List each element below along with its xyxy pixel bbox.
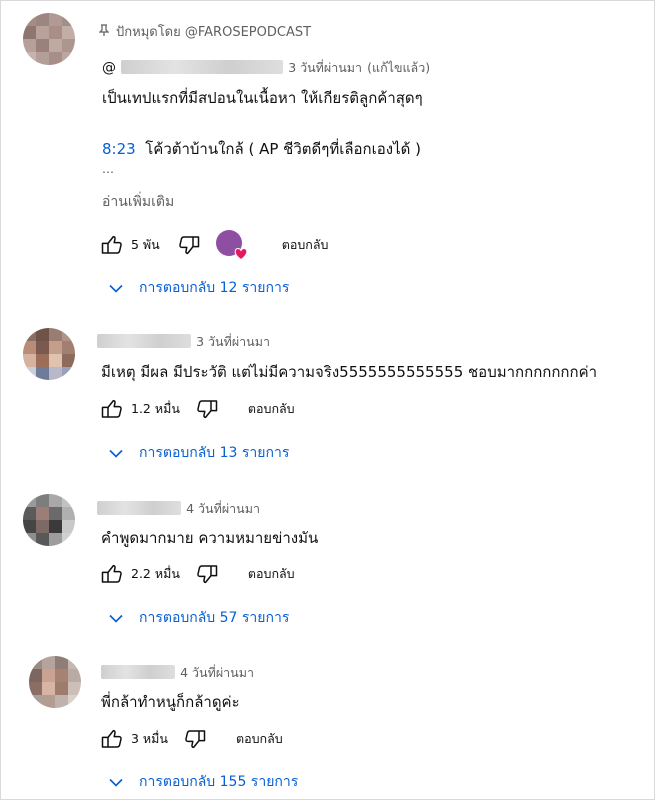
comment-actions: 5 พัน ตอบกลับ [101, 230, 328, 260]
like-count: 2.2 หมื่น [131, 566, 180, 581]
comment-text: พี่กล้าทำหนูก็กล้าดูค่ะ [101, 693, 240, 711]
avatar[interactable] [23, 328, 75, 380]
pinned-text: ปักหมุดโดย @FAROSEPODCAST [116, 25, 312, 40]
comments-section: ปักหมุดโดย @FAROSEPODCAST @ 3 วันที่ผ่าน… [0, 0, 655, 800]
ellipsis: ... [102, 161, 114, 176]
dislike-icon[interactable] [178, 235, 200, 255]
view-replies-button[interactable]: การตอบกลับ 12 รายการ [109, 277, 289, 299]
avatar[interactable] [23, 13, 75, 65]
author-handle[interactable]: @ [102, 60, 116, 76]
like-icon[interactable] [101, 235, 123, 255]
like-icon[interactable] [101, 399, 123, 419]
comment-text: มีเหตุ มีผล มีประวัติ แต่ไม่มีความจริง55… [101, 363, 598, 381]
reply-button[interactable]: ตอบกลับ [248, 399, 295, 419]
comment-time[interactable]: 3 วันที่ผ่านมา [196, 334, 270, 349]
heart-icon [234, 248, 248, 260]
like-icon[interactable] [101, 564, 123, 584]
comment-actions: 2.2 หมื่น ตอบกลับ [101, 564, 295, 584]
comment-time[interactable]: 3 วันที่ผ่านมา [288, 60, 362, 75]
reply-button[interactable]: ตอบกลับ [282, 235, 329, 255]
chevron-down-icon [109, 449, 123, 458]
replies-label: การตอบกลับ 13 รายการ [139, 445, 290, 461]
comment-time[interactable]: 4 วันที่ผ่านมา [186, 501, 260, 516]
comment-text-line: เป็นเทปแรกที่มีสปอนในเนื้อหา ให้เกียรติล… [102, 89, 423, 107]
replies-label: การตอบกลับ 155 รายการ [139, 774, 299, 790]
replies-label: การตอบกลับ 57 รายการ [139, 610, 290, 626]
avatar[interactable] [23, 494, 75, 546]
pin-icon [99, 24, 109, 36]
comment-header: 4 วันที่ผ่านมา [97, 498, 260, 519]
comment-header: @ 3 วันที่ผ่านมา (แก้ไขแล้ว) [102, 57, 430, 78]
dislike-icon[interactable] [196, 564, 218, 584]
author-name-redacted[interactable] [97, 334, 191, 348]
dislike-icon[interactable] [184, 729, 206, 749]
comment-text-line: 8:23 โค้วต้าบ้านใกล้ ( AP ชีวิตดีๆที่เลื… [102, 137, 421, 161]
comment-header: 3 วันที่ผ่านมา [97, 331, 270, 352]
view-replies-button[interactable]: การตอบกลับ 57 รายการ [109, 607, 289, 629]
reply-button[interactable]: ตอบกลับ [248, 564, 295, 584]
view-replies-button[interactable]: การตอบกลับ 13 รายการ [109, 442, 289, 464]
author-name-redacted[interactable] [121, 60, 284, 74]
replies-label: การตอบกลับ 12 รายการ [139, 280, 290, 296]
comment-actions: 3 หมื่น ตอบกลับ [101, 729, 283, 749]
chevron-down-icon [109, 778, 123, 787]
comment-header: 4 วันที่ผ่านมา [101, 662, 254, 683]
dislike-icon[interactable] [196, 399, 218, 419]
edited-label: (แก้ไขแล้ว) [367, 60, 431, 75]
comment-text: คำพูดมากมาย ความหมายข่างมัน [101, 529, 319, 547]
avatar[interactable] [29, 656, 81, 708]
like-count: 5 พัน [131, 237, 160, 252]
chevron-down-icon [109, 614, 123, 623]
view-replies-button[interactable]: การตอบกลับ 155 รายการ [109, 771, 298, 793]
comment-text-line2: โค้วต้าบ้านใกล้ ( AP ชีวิตดีๆที่เลือกเอง… [145, 140, 421, 158]
creator-heart [215, 230, 248, 260]
like-icon[interactable] [101, 729, 123, 749]
comment-actions: 1.2 หมื่น ตอบกลับ [101, 399, 295, 419]
pinned-label: ปักหมุดโดย @FAROSEPODCAST [99, 21, 311, 42]
reply-button[interactable]: ตอบกลับ [236, 729, 283, 749]
read-more-link[interactable]: อ่านเพิ่มเติม [102, 191, 174, 213]
comment-time[interactable]: 4 วันที่ผ่านมา [180, 665, 254, 680]
chevron-down-icon [109, 284, 123, 293]
like-count: 3 หมื่น [131, 731, 168, 746]
author-name-redacted[interactable] [101, 665, 175, 679]
timestamp-link[interactable]: 8:23 [102, 140, 136, 158]
like-count: 1.2 หมื่น [131, 401, 180, 416]
author-name-redacted[interactable] [97, 501, 181, 515]
